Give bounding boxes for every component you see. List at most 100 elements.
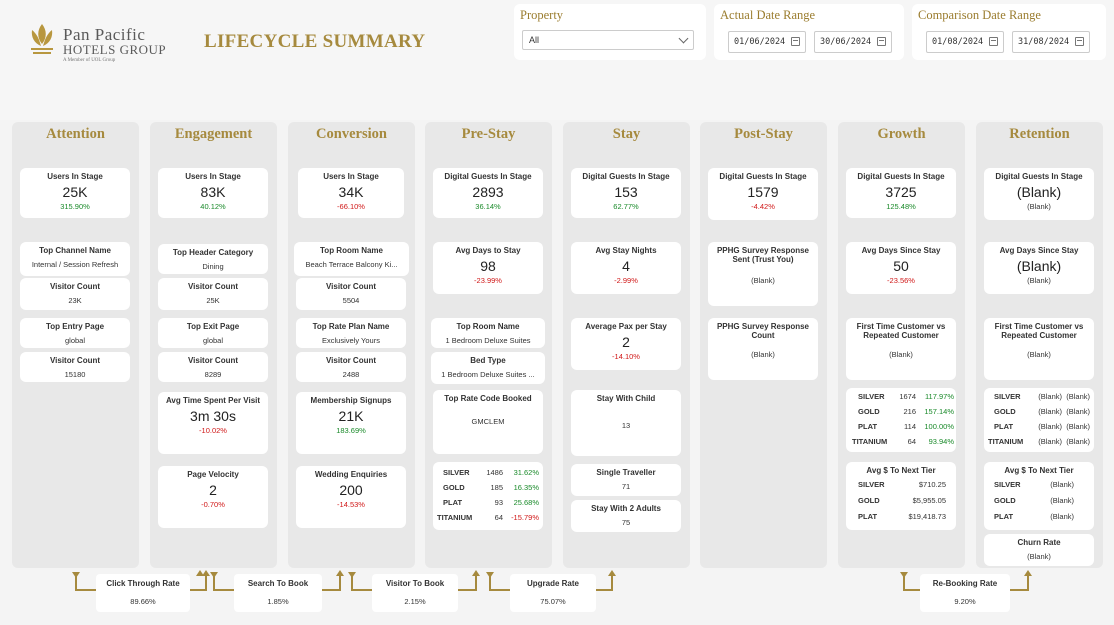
card-label: Search To Book: [247, 579, 309, 588]
actual-end-date-input[interactable]: 30/06/2024: [814, 31, 892, 53]
tier-change: 93.94%: [928, 437, 954, 446]
card-label: Top Exit Page: [186, 322, 240, 331]
card-value: 3m 30s: [190, 408, 236, 424]
users-in-stage-card: Users In Stage 83K 40.12%: [158, 168, 268, 218]
card-label: Avg Days to Stay: [455, 246, 521, 255]
card-value: 2: [622, 334, 630, 350]
card-label: Re-Booking Rate: [932, 579, 998, 588]
tier-row: PLAT 114 100.00%: [858, 422, 954, 431]
calendar-icon[interactable]: [877, 37, 886, 46]
top-rate-plan-card: Top Rate Plan Name Exclusively Yours: [296, 318, 406, 348]
card-label: Users In Stage: [323, 172, 379, 181]
tier-row: PLAT (Blank): [994, 512, 1074, 521]
column-retention: Retention Digital Guests In Stage (Blank…: [976, 122, 1103, 568]
tier-amount: (Blank): [1050, 512, 1074, 521]
card-label: Digital Guests In Stage: [444, 172, 532, 181]
card-value: Dining: [202, 262, 224, 271]
tier-change: 100.00%: [924, 422, 954, 431]
tier-change: 31.62%: [513, 468, 539, 477]
comparison-end-date-input[interactable]: 31/08/2024: [1012, 31, 1090, 53]
card-value: 8289: [204, 370, 222, 379]
top-exit-page-card: Top Exit Page global: [158, 318, 268, 348]
visitor-count-card: Visitor Count 25K: [158, 278, 268, 310]
calendar-icon[interactable]: [791, 37, 800, 46]
brand-logo: Pan Pacific HOTELS GROUP A Member of UOL…: [28, 22, 168, 68]
chevron-down-icon: [678, 33, 689, 44]
brand-tagline: A Member of UOL Group: [63, 58, 116, 63]
card-value: global: [202, 336, 224, 345]
property-select[interactable]: All: [522, 30, 694, 50]
digital-guests-card: Digital Guests In Stage 2893 36.14%: [433, 168, 543, 218]
tier-row: PLAT (Blank) (Blank): [994, 422, 1090, 431]
card-value: 25K: [62, 184, 88, 200]
tier-change: 157.14%: [924, 407, 954, 416]
click-through-rate-card: Click Through Rate 89.66%: [96, 574, 190, 612]
tier-name: SILVER: [858, 480, 885, 489]
tier-name: GOLD: [994, 407, 1016, 416]
card-label: Avg Days Since Stay: [861, 246, 941, 255]
tier-change: (Blank): [1066, 422, 1090, 431]
top-header-category-card: Top Header Category Dining: [158, 244, 268, 274]
tier-row: PLAT $19,418.73: [858, 512, 946, 521]
card-change: 62.77%: [613, 202, 639, 211]
top-rate-code-card: Top Rate Code Booked GMCLEM: [433, 390, 543, 454]
avg-to-next-tier-card: Avg $ To Next Tier SILVER (Blank) GOLD (Bl…: [984, 462, 1094, 530]
calendar-icon[interactable]: [1075, 37, 1084, 46]
card-value: 50: [893, 258, 909, 274]
tier-amount: $710.25: [918, 480, 946, 489]
tier-row: GOLD (Blank): [994, 496, 1074, 505]
card-value: (Blank): [1016, 258, 1062, 274]
card-value: 200: [339, 482, 363, 498]
card-change: -66.10%: [337, 202, 365, 211]
comparison-start-date-input[interactable]: 01/08/2024: [926, 31, 1004, 53]
avg-time-spent-card: Avg Time Spent Per Visit 3m 30s -10.02%: [158, 392, 268, 454]
card-value: 3725: [885, 184, 917, 200]
tier-name: TITANIUM: [437, 513, 473, 522]
card-label: Top Rate Code Booked: [444, 394, 532, 403]
column-title: Engagement: [174, 126, 253, 142]
card-value: global: [64, 336, 86, 345]
tier-name: PLAT: [994, 512, 1014, 521]
tier-row: GOLD $5,955.05: [858, 496, 946, 505]
tier-count: (Blank): [1038, 422, 1062, 431]
card-value: 9.20%: [954, 597, 976, 606]
avg-to-next-tier-card: Avg $ To Next Tier SILVER $710.25 GOLD $5,…: [846, 462, 956, 530]
comparison-date-label: Comparison Date Range: [918, 8, 1041, 22]
tier-name: GOLD: [858, 407, 880, 416]
card-label: Top Rate Plan Name: [312, 322, 390, 331]
tier-change: (Blank): [1066, 407, 1090, 416]
card-value: 21K: [338, 408, 364, 424]
card-value: 34K: [338, 184, 364, 200]
re-booking-rate-card: Re-Booking Rate 9.20%: [920, 574, 1010, 612]
actual-start-date-value: 01/06/2024: [734, 37, 786, 47]
calendar-icon[interactable]: [989, 37, 998, 46]
actual-start-date-input[interactable]: 01/06/2024: [728, 31, 806, 53]
tier-name: SILVER: [443, 468, 470, 477]
column-poststay: Post-Stay Digital Guests In Stage 1579 -…: [700, 122, 827, 568]
top-channel-card: Top Channel Name Internal / Session Refr…: [20, 242, 130, 276]
card-value: (Blank): [889, 350, 913, 359]
card-label: Top Entry Page: [45, 322, 105, 331]
card-change: -23.56%: [887, 276, 915, 285]
card-label: Avg $ To Next Tier: [866, 466, 936, 475]
card-change: 315.90%: [60, 202, 90, 211]
card-value: 75: [621, 518, 631, 527]
digital-guests-card: Digital Guests In Stage 1579 -4.42%: [708, 168, 818, 220]
avg-days-since-stay-card: Avg Days Since Stay (Blank) (Blank): [984, 242, 1094, 294]
page-title: LIFECYCLE SUMMARY: [204, 31, 426, 52]
search-to-book-card: Search To Book 1.85%: [234, 574, 322, 612]
card-label: Visitor Count: [325, 356, 377, 365]
tier-count: 64: [907, 437, 916, 446]
card-value: Internal / Session Refresh: [31, 260, 119, 269]
tier-row: SILVER 1674 117.97%: [858, 392, 954, 401]
card-change: 125.48%: [886, 202, 916, 211]
visitor-count-card: Visitor Count 23K: [20, 278, 130, 310]
card-label: Avg $ To Next Tier: [1004, 466, 1074, 475]
tier-row: SILVER (Blank) (Blank): [994, 392, 1090, 401]
card-value: 89.66%: [130, 597, 156, 606]
card-value: 75.07%: [540, 597, 566, 606]
column-growth: Growth Digital Guests In Stage 3725 125.…: [838, 122, 965, 568]
comparison-start-date-value: 01/08/2024: [932, 37, 984, 47]
tier-name: PLAT: [858, 512, 878, 521]
actual-date-label: Actual Date Range: [720, 8, 816, 22]
